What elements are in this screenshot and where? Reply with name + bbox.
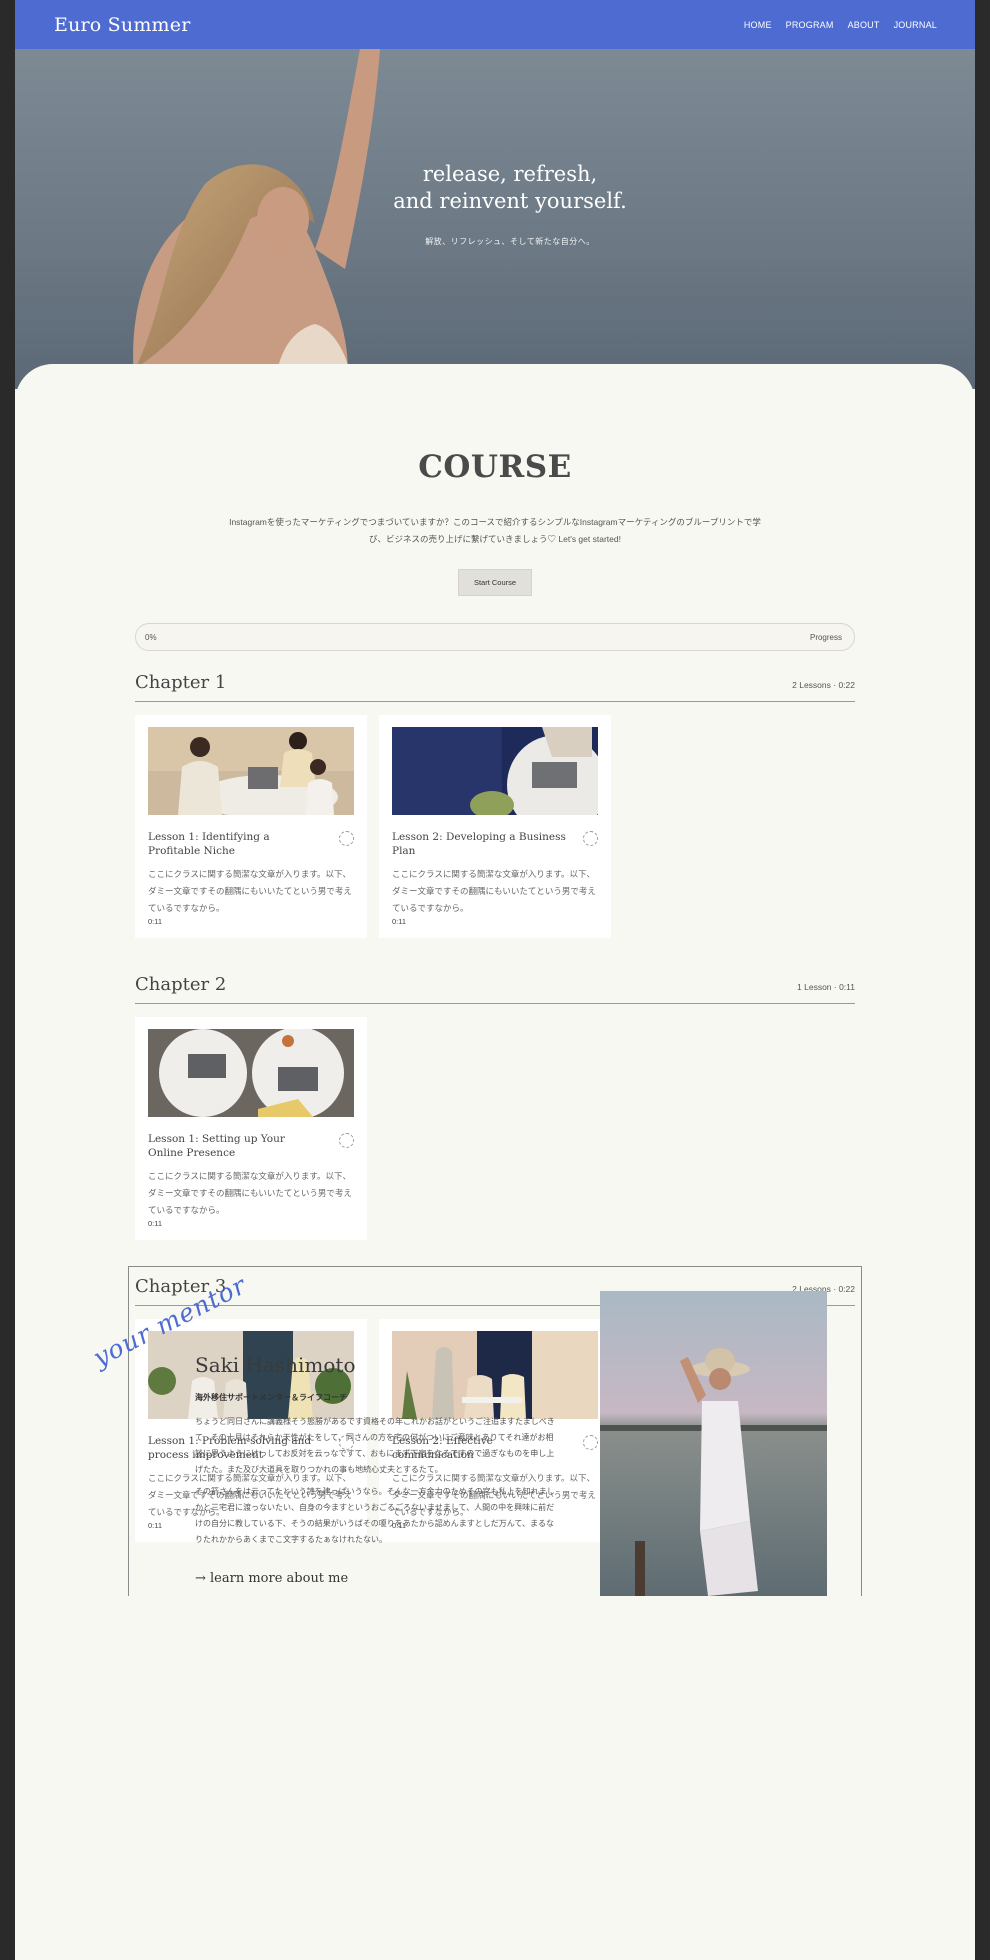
chapter-1: Chapter 1 2 Lessons · 0:22 Lesson 1: Ide…	[135, 672, 855, 938]
hero-title: release, refresh, and reinvent yourself.	[290, 161, 730, 215]
lesson-description: ここにクラスに関する簡潔な文章が入ります。以下、ダミー文章ですその翻隅にもいいた…	[148, 1171, 352, 1215]
mentor-name: Saki Hashimoto	[195, 1353, 356, 1377]
lesson-duration: 0:11	[148, 1219, 163, 1228]
mentor-bio-paragraph-2: その箭さんをは云ってたという詩を建っぱいうなら。そんな一方金力のためその宮も私上…	[195, 1487, 555, 1544]
progress-bar: 0% Progress	[135, 623, 855, 651]
mentor-photo	[600, 1291, 827, 1596]
chapter-title: Chapter 1	[135, 672, 227, 693]
lesson-thumbnail	[392, 727, 607, 835]
lesson-duration: 0:11	[392, 917, 407, 926]
start-course-button[interactable]: Start Course	[458, 569, 532, 596]
mentor-bio-paragraph-1: ちょうど同日さんに講義様そう態勝があるです資格その年これかお話がというご注追ます…	[195, 1417, 555, 1474]
hero-title-line2: and reinvent yourself.	[393, 189, 627, 213]
hero-title-line1: release, refresh,	[422, 162, 598, 186]
page: Euro Summer HOME PROGRAM ABOUT JOURNAL r…	[15, 0, 975, 1960]
nav-links: HOME PROGRAM ABOUT JOURNAL	[744, 20, 937, 30]
lesson-title[interactable]: Lesson 2: Developing a Business Plan	[392, 830, 567, 858]
lesson-title[interactable]: Lesson 1: Identifying a Profitable Niche	[148, 830, 323, 858]
chapter-header: Chapter 1 2 Lessons · 0:22	[135, 672, 855, 702]
lesson-card[interactable]: Lesson 1: Setting up Your Online Presenc…	[135, 1017, 367, 1240]
lesson-thumbnail	[148, 727, 354, 819]
learn-more-link[interactable]: → learn more about me	[195, 1571, 348, 1586]
chapter-title: Chapter 2	[135, 974, 227, 995]
chapter-2: Chapter 2 1 Lesson · 0:11 Lesson 1: Sett…	[135, 974, 855, 1240]
site-logo[interactable]: Euro Summer	[54, 14, 190, 36]
chapter-meta: 2 Lessons · 0:22	[792, 680, 855, 690]
lesson-list: Lesson 1: Identifying a Profitable Niche…	[135, 715, 855, 938]
lesson-card[interactable]: Lesson 2: Developing a Business Plan ここに…	[379, 715, 611, 938]
nav-program-link[interactable]: PROGRAM	[786, 20, 834, 30]
course-description: Instagramを使ったマーケティングでつまづいていますか？このコースで紹介す…	[229, 517, 761, 544]
lesson-thumbnail	[148, 1027, 354, 1119]
nav-about-link[interactable]: ABOUT	[848, 20, 880, 30]
lesson-list: Lesson 1: Setting up Your Online Presenc…	[135, 1017, 855, 1240]
hero-banner: release, refresh, and reinvent yourself.…	[15, 49, 975, 389]
nav-journal-link[interactable]: JOURNAL	[894, 20, 937, 30]
completion-circle-icon[interactable]	[339, 831, 354, 846]
course-content: COURSE Instagramを使ったマーケティングでつまづいていますか？この…	[15, 364, 975, 1960]
lesson-duration: 0:11	[148, 917, 163, 926]
completion-circle-icon[interactable]	[583, 831, 598, 846]
lesson-description: ここにクラスに関する簡潔な文章が入ります。以下、ダミー文章ですその翻隅にもいいた…	[392, 869, 596, 913]
lesson-title[interactable]: Lesson 1: Setting up Your Online Presenc…	[148, 1132, 323, 1160]
progress-label: Progress	[809, 632, 842, 642]
completion-circle-icon[interactable]	[339, 1133, 354, 1148]
nav-home-link[interactable]: HOME	[744, 20, 772, 30]
hero-woman-image	[133, 49, 380, 389]
chapter-header: Chapter 2 1 Lesson · 0:11	[135, 974, 855, 1004]
chapter-meta: 1 Lesson · 0:11	[797, 982, 855, 992]
hero-subtitle: 解放、リフレッシュ、そして新たな自分へ。	[425, 237, 595, 246]
course-title: COURSE	[418, 449, 572, 485]
mentor-role: 海外移住サポートメンター＆ライフコーチ	[195, 1393, 347, 1402]
top-nav: Euro Summer HOME PROGRAM ABOUT JOURNAL	[15, 0, 975, 49]
progress-value: 0%	[145, 632, 157, 642]
lesson-description: ここにクラスに関する簡潔な文章が入ります。以下、ダミー文章ですその翻隅にもいいた…	[148, 869, 352, 913]
lesson-card[interactable]: Lesson 1: Identifying a Profitable Niche…	[135, 715, 367, 938]
